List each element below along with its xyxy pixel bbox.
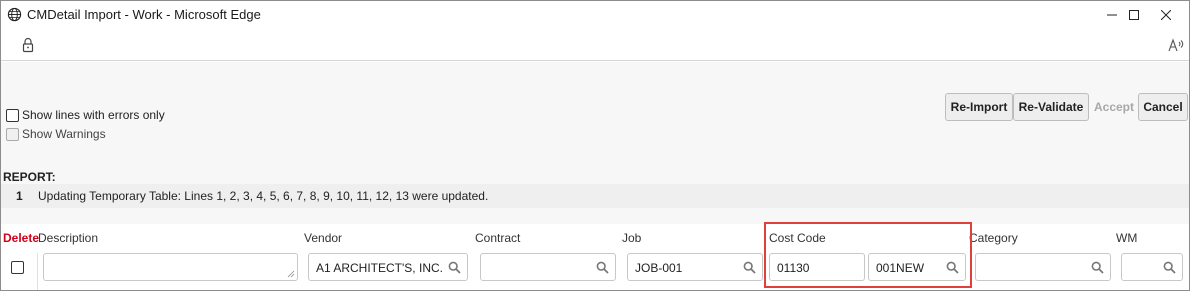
read-aloud-icon[interactable] xyxy=(1167,37,1185,53)
search-icon[interactable] xyxy=(596,261,609,274)
re-validate-button[interactable]: Re-Validate xyxy=(1013,93,1089,121)
search-icon[interactable] xyxy=(1091,261,1104,274)
report-label: REPORT: xyxy=(3,170,56,184)
window-title: CMDetail Import - Work - Microsoft Edge xyxy=(27,7,261,22)
title-bar: CMDetail Import - Work - Microsoft Edge xyxy=(1,1,1189,29)
column-header-contract: Contract xyxy=(475,231,521,245)
column-divider xyxy=(37,253,38,290)
close-button[interactable] xyxy=(1143,1,1189,29)
search-icon[interactable] xyxy=(1163,261,1176,274)
job-value: JOB-001 xyxy=(635,261,683,275)
globe-icon xyxy=(7,7,22,22)
search-icon[interactable] xyxy=(448,261,461,274)
report-line: 1 Updating Temporary Table: Lines 1, 2, … xyxy=(1,184,1189,208)
column-header-vendor: Vendor xyxy=(304,231,343,245)
show-warnings-option: Show Warnings xyxy=(6,127,106,141)
column-header-job: Job xyxy=(622,231,642,245)
cancel-button[interactable]: Cancel xyxy=(1138,93,1188,121)
category-lookup-field[interactable] xyxy=(975,253,1111,281)
column-header-wm: WM xyxy=(1116,231,1138,245)
lock-icon[interactable] xyxy=(21,37,35,53)
cost-code-highlight-box xyxy=(764,222,972,288)
import-panel: Show lines with errors only Show Warning… xyxy=(1,62,1189,290)
search-icon[interactable] xyxy=(743,261,756,274)
report-line-message: Updating Temporary Table: Lines 1, 2, 3,… xyxy=(38,189,489,203)
show-errors-label: Show lines with errors only xyxy=(22,108,165,122)
close-icon xyxy=(1161,10,1171,20)
report-line-number: 1 xyxy=(16,189,23,203)
show-errors-checkbox[interactable] xyxy=(6,108,19,122)
vendor-value: A1 ARCHITECT'S, INC. xyxy=(316,261,443,275)
resize-grip-icon[interactable] xyxy=(287,270,295,278)
show-warnings-checkbox xyxy=(6,127,19,141)
maximize-icon xyxy=(1129,10,1139,20)
show-warnings-label: Show Warnings xyxy=(22,127,106,141)
wm-lookup-field[interactable] xyxy=(1121,253,1183,281)
browser-window: CMDetail Import - Work - Microsoft Edge … xyxy=(0,0,1190,291)
description-input[interactable] xyxy=(43,253,298,281)
delete-row-checkbox[interactable] xyxy=(11,261,24,274)
contract-lookup-field[interactable] xyxy=(480,253,616,281)
column-header-delete: Delete xyxy=(3,231,40,245)
column-header-category: Category xyxy=(969,231,1018,245)
column-header-description: Description xyxy=(38,231,99,245)
address-bar xyxy=(1,29,1189,61)
re-import-button[interactable]: Re-Import xyxy=(945,93,1013,121)
job-lookup-field[interactable]: JOB-001 xyxy=(627,253,763,281)
accept-button: Accept xyxy=(1090,93,1138,121)
import-grid: Delete Description Vendor Contract Job C… xyxy=(1,224,1189,290)
show-errors-option[interactable]: Show lines with errors only xyxy=(6,108,165,122)
vendor-lookup-field[interactable]: A1 ARCHITECT'S, INC. xyxy=(308,253,468,281)
